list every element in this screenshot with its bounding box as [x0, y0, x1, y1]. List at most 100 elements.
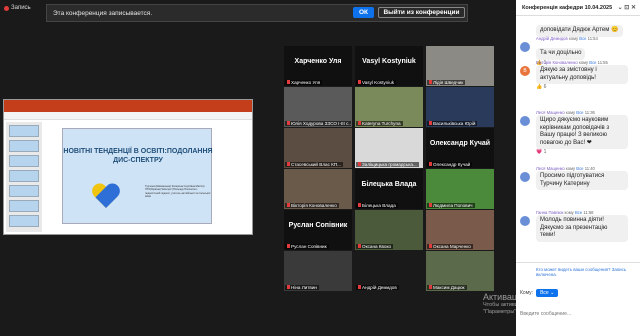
participant-caption: Людмила Попович [427, 203, 475, 208]
participant-caption: Білецька Влада [356, 203, 398, 208]
participant-name: Руслан Сопівник [288, 222, 348, 229]
chat-message: Леся Мащенко кому Все 11:40 Просимо підго… [520, 166, 636, 191]
chat-panel: Конференція кафедри 10.04.2025 ⌄ ⊡ ✕ доп… [516, 0, 640, 336]
chat-message: Леся Мащенко кому Все 11:36 Щиро дякуємо … [520, 110, 636, 155]
muted-mic-icon [287, 80, 290, 84]
participant-caption-text: Vasyl Kostyniuk [362, 80, 395, 85]
recipient-name: Все [579, 36, 587, 41]
participant-caption: Стасевський Влас КП... [285, 162, 343, 167]
avatar [520, 172, 530, 182]
watermark-line: "Параметры". [483, 309, 518, 315]
to-word: кому [568, 36, 579, 41]
participant-caption-text: Руслан Сопівник [291, 244, 327, 249]
participant-tile[interactable]: Лідія Шведчик [426, 46, 494, 86]
muted-mic-icon [358, 203, 361, 207]
slide-thumbnail [9, 215, 39, 227]
participant-caption-text: Kateryna Turchyna [362, 121, 401, 126]
participant-tile[interactable]: Оксана Квоко [355, 210, 423, 250]
record-dot-icon [4, 5, 9, 11]
participant-caption: Васильківська Юрій [427, 121, 478, 126]
chat-title: Конференція кафедри 10.04.2025 [522, 5, 613, 11]
participant-tile[interactable]: Олександр Кучай Олександр Кучай [426, 128, 494, 168]
current-slide: НОВІТНІ ТЕНДЕНЦІЇ В ОСВІТІ:ПОДОЛАННЯ ДИС… [62, 128, 213, 224]
participant-caption-text: Олександр Кучай [433, 162, 471, 167]
participant-tile[interactable]: Людмила Попович [426, 169, 494, 209]
slide-author: Турчина (Шиманська) Катерина Сергіївна М… [145, 185, 211, 199]
slide-thumbnails [6, 122, 42, 232]
window-controls-icon[interactable]: ⌄ ⊡ ✕ [618, 4, 636, 11]
participant-caption: Юлія Ходурова ЗЗСО І-III с... [285, 121, 351, 126]
muted-mic-icon [429, 244, 432, 248]
slide-thumbnail [9, 185, 39, 197]
participant-caption: Оксана Квоко [356, 244, 394, 249]
participant-caption-text: Ніна Литвин [291, 285, 317, 290]
muted-mic-icon [429, 162, 432, 166]
chat-recipient-row: Кому: Все ⌄ [520, 289, 559, 297]
recipient-value: Все [540, 290, 549, 296]
participant-tile[interactable]: Білецька Влада Білецька Влада [355, 169, 423, 209]
participant-tile[interactable]: Ніна Литвин [284, 251, 352, 291]
chat-message-header: Андрій Демидов кому Все 11:54 [536, 36, 636, 41]
participant-tile[interactable]: Руслан Сопівник Руслан Сопівник [284, 210, 352, 250]
heart-ukraine-icon [91, 184, 121, 212]
message-text: доповідати Дядюк Артем 😊 [536, 25, 623, 37]
chat-message: Вікторія Коноваленко кому Все 11:55 В Дяку… [520, 60, 636, 90]
participant-caption: Андрій Демидов [356, 285, 399, 290]
participant-tile[interactable]: Максим Дацюк [426, 251, 494, 291]
participant-caption: Руслан Сопівник [285, 244, 329, 249]
recipient-select[interactable]: Все ⌄ [536, 289, 559, 297]
muted-mic-icon [429, 285, 432, 289]
participant-tile[interactable]: Стасевський Влас КП... [284, 128, 352, 168]
participant-tile[interactable]: Андрій Демидов [355, 251, 423, 291]
participant-caption-text: Вікторія Коноваленко [291, 203, 337, 208]
avatar [520, 216, 530, 226]
chat-footer: Кто может видеть ваши сообщения? Запись … [516, 262, 640, 336]
participant-caption: Харченко Уля [285, 80, 323, 85]
participant-caption: Вікторія Коноваленко [285, 203, 339, 208]
reaction-badge[interactable]: 👍 6 [536, 84, 636, 90]
message-text: Дякую за змістовну і актуальну доповідь! [536, 65, 628, 85]
participant-caption: Оксана Марченко [427, 244, 473, 249]
muted-mic-icon [287, 162, 290, 166]
participant-caption-text: Заліщицька громадська... [362, 162, 417, 167]
participant-tile[interactable]: Vasyl Kostyniuk Vasyl Kostyniuk [355, 46, 423, 86]
reaction-badge[interactable]: 💗 1 [536, 149, 636, 155]
participant-caption: Kateryna Turchyna [356, 121, 403, 126]
participant-tile[interactable]: Заліщицька громадська... [355, 128, 423, 168]
slide-thumbnail [9, 170, 39, 182]
message-text: Щиро дякуємо науковим керівникам доповід… [536, 115, 628, 150]
recording-indicator: Запись [4, 3, 31, 13]
leave-meeting-button[interactable]: Выйти из конференции [378, 7, 465, 18]
muted-mic-icon [358, 80, 361, 84]
to-label: Кому: [520, 290, 534, 296]
muted-mic-icon [287, 244, 290, 248]
participant-caption-text: Оксана Марченко [433, 244, 471, 249]
participant-caption: Заліщицька громадська... [356, 162, 419, 167]
ok-button[interactable]: ОК [353, 7, 374, 18]
slide-thumbnail [9, 125, 39, 137]
participant-caption-text: Оксана Квоко [362, 244, 392, 249]
slide-thumbnail [9, 140, 39, 152]
participant-tile[interactable]: Оксана Марченко [426, 210, 494, 250]
muted-mic-icon [287, 203, 290, 207]
participant-tile[interactable]: Вікторія Коноваленко [284, 169, 352, 209]
participant-tile[interactable]: Васильківська Юрій [426, 87, 494, 127]
banner-text: Эта конференция записывается. [53, 9, 153, 17]
participant-tile[interactable]: Юлія Ходурова ЗЗСО І-III с... [284, 87, 352, 127]
who-can-see-link[interactable]: Кто может видеть ваши сообщения? Запись … [536, 267, 640, 277]
powerpoint-toolbar [4, 112, 252, 120]
participant-tile[interactable]: Харченко Уля Харченко Уля [284, 46, 352, 86]
powerpoint-ribbon [4, 100, 252, 112]
muted-mic-icon [358, 244, 361, 248]
muted-mic-icon [287, 285, 290, 289]
participant-caption: Лідія Шведчик [427, 80, 466, 85]
chat-message-input[interactable] [520, 299, 636, 329]
chat-header: Конференція кафедри 10.04.2025 ⌄ ⊡ ✕ [516, 0, 640, 16]
muted-mic-icon [429, 80, 432, 84]
participant-caption: Олександр Кучай [427, 162, 473, 167]
participant-tile[interactable]: Kateryna Turchyna [355, 87, 423, 127]
participant-caption-text: Максим Дацюк [433, 285, 465, 290]
avatar [520, 42, 530, 52]
participant-caption: Максим Дацюк [427, 285, 467, 290]
slide-thumbnail [9, 155, 39, 167]
